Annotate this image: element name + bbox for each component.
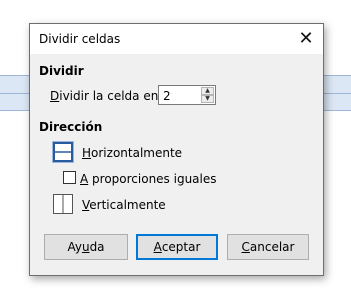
split-count-spinbox[interactable]: 2 ▲ ▼ — [158, 85, 216, 105]
close-icon[interactable]: ✕ — [295, 28, 317, 50]
vertical-split-icon[interactable] — [53, 194, 73, 214]
cancel-button[interactable]: Cancelar — [227, 234, 309, 260]
direction-heading: Dirección — [39, 120, 103, 134]
horizontal-option-label[interactable]: Horizontalmente — [82, 146, 182, 160]
horizontal-split-icon[interactable] — [52, 141, 74, 163]
vertical-option-label[interactable]: Verticalmente — [82, 198, 166, 212]
dialog-titlebar: Dividir celdas ✕ — [30, 24, 323, 54]
split-cells-dialog: Dividir celdas ✕ Dividir Dividir la celd… — [29, 23, 324, 276]
split-count-value[interactable]: 2 — [163, 89, 171, 103]
help-button[interactable]: Ay u da — [44, 234, 128, 260]
divide-heading: Dividir — [39, 64, 84, 78]
accept-button[interactable]: Aceptar — [136, 234, 218, 260]
dialog-title: Dividir celdas — [39, 32, 121, 46]
equal-proportions-checkbox[interactable] — [63, 171, 76, 184]
equal-proportions-label[interactable]: A proporciones iguales — [80, 172, 217, 186]
split-cell-label: Dividir la celda en: — [50, 89, 163, 103]
spin-down-icon[interactable]: ▼ — [201, 95, 214, 103]
spin-up-icon[interactable]: ▲ — [201, 87, 214, 95]
